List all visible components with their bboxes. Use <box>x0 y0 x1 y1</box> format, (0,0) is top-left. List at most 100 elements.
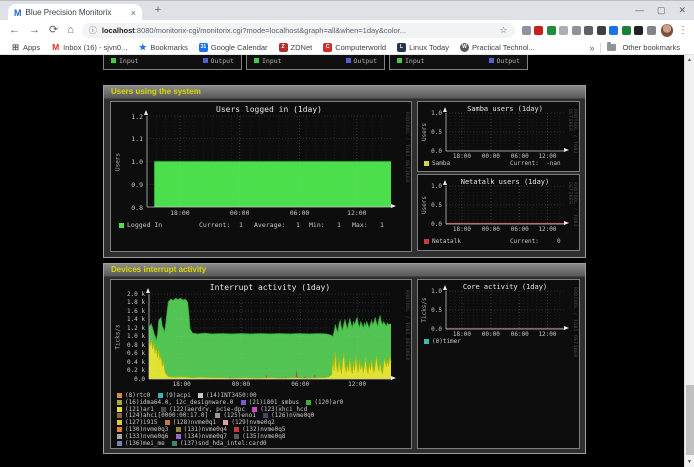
bookmark-label: Computerworld <box>335 43 386 52</box>
monitorix-page: Input Output Input Output Input Output U… <box>0 55 694 467</box>
bookmark-item[interactable]: WPractical Technol... <box>460 43 535 52</box>
monitorix-favicon-icon: M <box>14 8 22 18</box>
tab-close-icon[interactable]: × <box>131 8 136 18</box>
legend-swatch-icon <box>252 407 257 412</box>
new-tab-button[interactable]: + <box>152 5 164 17</box>
x-tick-label: 06:00 <box>506 331 534 338</box>
phone-extension-icon[interactable] <box>597 26 606 35</box>
browser-window: M Blue Precision Monitorix × + — ▢ ✕ ← →… <box>0 0 694 467</box>
y-tick-label: 0.5 <box>418 307 442 314</box>
rrdtool-watermark: RRDTOOL / TOBI OETIKER <box>404 112 409 183</box>
reload-icon[interactable]: ⟳ <box>49 20 58 41</box>
legend-item: Average: <box>254 221 285 229</box>
address-bar: ← → ⟳ ⌂ ⓘ localhost:8080/monitorix-cgi/m… <box>0 20 694 41</box>
url-rest: :8080/monitorix-cgi/monitorix.cgi?mode=l… <box>135 26 406 35</box>
y-tick-label: 2.0 k <box>111 291 145 298</box>
bookmark-item[interactable]: 31Google Calendar <box>199 43 268 52</box>
url-host: localhost <box>102 26 135 35</box>
puzzle-extension-icon[interactable] <box>634 26 643 35</box>
scroll-down-icon[interactable]: ▼ <box>685 457 694 467</box>
other-bookmarks-label[interactable]: Other bookmarks <box>622 43 680 52</box>
legend-swatch-icon <box>117 434 122 439</box>
rrdtool-watermark: RRDTOOL / TOBI OETIKER <box>567 182 577 250</box>
bookmarks-overflow-icon[interactable]: » <box>589 43 594 53</box>
x-tick-label: 00:00 <box>477 331 505 338</box>
legend-swatch-icon <box>117 441 122 446</box>
legend-item: Current: <box>199 221 230 229</box>
profile-avatar[interactable] <box>661 24 673 37</box>
x-axis-arrow-icon <box>564 326 569 330</box>
bookmark-item[interactable]: MInbox (16) - sjvn0... <box>51 43 127 52</box>
partial-graph-panel: Input Output <box>389 55 528 70</box>
graph-title: Samba users (1day) <box>446 105 564 113</box>
legend-swatch-icon <box>176 434 181 439</box>
bookmark-label: ZDNet <box>291 43 313 52</box>
y-tick-label: 0.0 <box>418 148 442 155</box>
bookmark-label: Google Calendar <box>211 43 268 52</box>
core-activity-graph[interactable]: Core activity (1day)Ticks/s1.00.50.018:0… <box>417 279 580 449</box>
plot-area <box>446 291 564 329</box>
leaf-extension-icon[interactable] <box>547 26 556 35</box>
y-tick-label: 0.5 <box>418 129 442 136</box>
home-icon[interactable]: ⌂ <box>67 20 74 41</box>
y-tick-label: 0.8 k <box>111 342 145 349</box>
input-swatch-icon <box>111 58 116 63</box>
page-info-icon[interactable]: ⓘ <box>89 25 97 36</box>
y-tick-label: 0.6 k <box>111 350 145 357</box>
rrdtool-watermark: RRDTOOL / TOBI OETIKER <box>567 109 577 171</box>
legend-swatch-icon <box>119 223 124 228</box>
search-extension-icon[interactable] <box>522 26 531 35</box>
netatalk-users-graph[interactable]: Netatalk users (1day)Users1.00.50.018:00… <box>417 174 580 251</box>
adblock-icon[interactable] <box>584 26 593 35</box>
bookmark-item[interactable]: CComputerworld <box>323 43 386 52</box>
y-tick-label: 0.5 <box>418 202 442 209</box>
bookmark-star-icon[interactable]: ☆ <box>500 25 508 36</box>
scrollbar-thumb[interactable] <box>686 385 694 455</box>
users-logged-in-graph[interactable]: Users logged in (1day)Users1.21.11.00.90… <box>110 101 412 252</box>
y-tick-label: 0.2 k <box>111 367 145 374</box>
bookmark-item[interactable]: ⊞Apps <box>11 43 40 52</box>
status-extension-icon[interactable] <box>622 26 631 35</box>
forward-icon[interactable]: → <box>29 20 40 41</box>
bookmark-item[interactable]: LLinux Today <box>397 43 449 52</box>
browser-tab[interactable]: M Blue Precision Monitorix × <box>8 4 142 21</box>
minimize-icon[interactable]: — <box>635 4 644 17</box>
page-scrollbar[interactable]: ▲ ▼ <box>684 55 694 467</box>
input-swatch-icon <box>397 58 402 63</box>
legend-swatch-icon <box>263 413 268 418</box>
close-icon[interactable]: ✕ <box>678 4 686 17</box>
legend-swatch-icon <box>117 413 122 418</box>
list-extension-icon[interactable] <box>647 26 656 35</box>
legend-item: Current: 0 <box>510 238 561 245</box>
browser-menu-icon[interactable]: ⋮ <box>678 25 688 36</box>
url-field[interactable]: ⓘ localhost:8080/monitorix-cgi/monitorix… <box>82 23 515 38</box>
back-icon[interactable]: ← <box>9 20 20 41</box>
maximize-icon[interactable]: ▢ <box>657 4 666 17</box>
legend-line: (136)mei_me (137)snd_hda_intel:card0 <box>117 440 274 447</box>
bookmark-item[interactable]: ★Bookmarks <box>138 43 188 52</box>
star-icon: ★ <box>138 43 147 52</box>
samba-users-graph[interactable]: Samba users (1day)Users1.00.50.018:0000:… <box>417 101 580 172</box>
x-tick-label: 06:00 <box>286 381 314 388</box>
legend-swatch-icon <box>234 427 239 432</box>
graph-title: Users logged in (1day) <box>147 105 391 114</box>
x-tick-label: 00:00 <box>226 209 254 217</box>
legend-swatch-icon <box>215 413 220 418</box>
x-tick-label: 06:00 <box>286 209 314 217</box>
y-axis-arrow-icon <box>144 110 148 115</box>
output-swatch-icon <box>346 58 351 63</box>
messenger-extension-icon[interactable] <box>609 26 618 35</box>
copy-extension-icon[interactable] <box>559 26 568 35</box>
output-swatch-icon <box>203 58 208 63</box>
legend-swatch-icon <box>117 393 122 398</box>
y-tick-label: 0.0 <box>418 221 442 228</box>
legend-swatch-icon <box>161 407 166 412</box>
scroll-up-icon[interactable]: ▲ <box>685 55 694 65</box>
interrupt-activity-graph[interactable]: Interrupt activity (1day)Ticks/s2.0 k1.8… <box>110 279 412 449</box>
y-tick-label: 1.4 k <box>111 316 145 323</box>
legend-swatch-icon <box>117 400 122 405</box>
tablet-extension-icon[interactable] <box>572 26 581 35</box>
bookmark-item[interactable]: ZZDNet <box>279 43 313 52</box>
mail-checker-icon[interactable] <box>534 26 543 35</box>
x-axis-arrow-icon <box>391 204 396 208</box>
